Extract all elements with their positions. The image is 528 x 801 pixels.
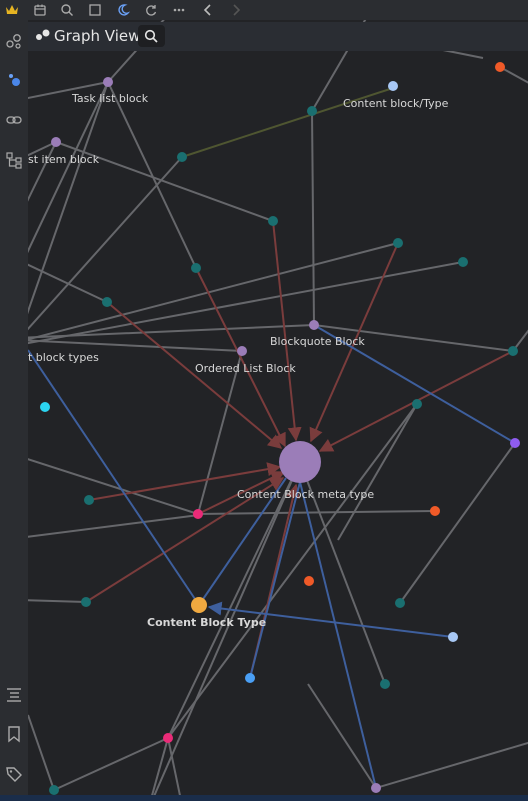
more-icon[interactable] — [170, 1, 188, 19]
link-icon[interactable] — [2, 108, 26, 132]
graph-node-teal[interactable] — [508, 346, 518, 356]
graph-edge-arrow — [106, 301, 283, 449]
graph-edge — [28, 156, 183, 331]
graph-node-cyan[interactable] — [40, 402, 50, 412]
graph-edge — [28, 714, 55, 791]
graph-node-teal[interactable] — [307, 106, 317, 116]
graph-node-violet[interactable] — [510, 438, 520, 448]
graph-node-teal[interactable] — [49, 785, 59, 795]
graph-edge — [307, 683, 377, 789]
graph-node-content-block-slash-type[interactable] — [388, 81, 398, 91]
search-icon[interactable] — [58, 1, 76, 19]
graph-edge — [28, 514, 200, 538]
graph-edge — [311, 110, 315, 326]
node-label-content-block-type: Content Block Type — [147, 616, 266, 629]
pane-title: Graph View — [54, 27, 141, 45]
graph-node-pink[interactable] — [163, 733, 173, 743]
graph-edge — [28, 261, 464, 345]
node-label-list-item-block: st item block — [28, 153, 100, 166]
graph-canvas[interactable]: Task list block Content block/Type st it… — [28, 20, 528, 795]
bookmark-icon[interactable] — [2, 722, 26, 746]
graph-node-list-item-block[interactable] — [51, 137, 61, 147]
graph-edge — [28, 349, 200, 606]
graph-edge — [299, 481, 377, 789]
graph-node-teal[interactable] — [458, 257, 468, 267]
top-toolbar — [0, 0, 528, 20]
square-icon[interactable] — [86, 1, 104, 19]
node-label-task-list-block: Task list block — [71, 92, 149, 105]
graph-view-header: Graph View — [28, 22, 528, 51]
graph-edges — [28, 20, 528, 795]
graph-edge — [167, 461, 301, 739]
graph-node-teal[interactable] — [81, 597, 91, 607]
hierarchy-icon[interactable] — [2, 148, 26, 172]
node-label-ordered-list-block: Ordered List Block — [195, 362, 296, 375]
graph-edge-arrow — [195, 267, 286, 448]
graph-node-teal[interactable] — [412, 399, 422, 409]
graph-node-content-block-type[interactable] — [191, 597, 207, 613]
graph-edge — [337, 403, 418, 541]
graph-edge — [53, 737, 169, 791]
graph-edge — [499, 66, 528, 84]
graph-node-teal[interactable] — [380, 679, 390, 689]
graph-edge — [399, 442, 516, 604]
graph-node-orange[interactable] — [430, 506, 440, 516]
graph-nodes[interactable] — [40, 62, 520, 795]
graph-node-purple[interactable] — [371, 783, 381, 793]
graph-edge — [249, 481, 301, 679]
graph-node-task-list-block[interactable] — [103, 77, 113, 87]
graph-edge — [28, 599, 87, 603]
graph-node-orange[interactable] — [304, 576, 314, 586]
graph-node-teal[interactable] — [395, 598, 405, 608]
graph-node-teal[interactable] — [177, 152, 187, 162]
graph-edge — [197, 350, 243, 515]
graph-node-blockquote-block[interactable] — [309, 320, 319, 330]
refresh-icon[interactable] — [142, 1, 160, 19]
graph-node-pink[interactable] — [193, 509, 203, 519]
left-sidebar-rail — [0, 20, 28, 795]
back-icon[interactable] — [199, 1, 217, 19]
graph-node-blue[interactable] — [245, 673, 255, 683]
outline-icon[interactable] — [2, 682, 26, 706]
tag-icon[interactable] — [2, 762, 26, 786]
graph-view-icon — [36, 29, 50, 40]
forward-icon[interactable] — [227, 1, 245, 19]
graph-edge — [28, 263, 108, 303]
graph-node-teal[interactable] — [84, 495, 94, 505]
graph-nodes-icon[interactable] — [2, 29, 26, 53]
graph-view-icon[interactable] — [2, 68, 26, 92]
search-icon — [144, 29, 158, 43]
graph-node-teal[interactable] — [191, 263, 201, 273]
graph-edge — [512, 329, 528, 352]
graph-node-teal[interactable] — [102, 297, 112, 307]
graph-edge — [28, 81, 109, 315]
graph-node-teal[interactable] — [268, 216, 278, 226]
moon-icon[interactable] — [114, 1, 132, 19]
status-strip — [0, 795, 528, 801]
node-label-blockquote-block: Blockquote Block — [270, 335, 365, 348]
graph-edge — [197, 510, 436, 515]
graph-edge — [375, 741, 528, 789]
crown-icon[interactable] — [3, 1, 21, 19]
graph-edge-arrow — [272, 220, 302, 442]
graph-node-ordered-list-block[interactable] — [237, 346, 247, 356]
graph-node-teal[interactable] — [393, 238, 403, 248]
graph-node-content-block-meta-type[interactable] — [279, 441, 321, 483]
graph-edge — [28, 339, 243, 352]
graph-node-lightblue[interactable] — [448, 632, 458, 642]
graph-search-button[interactable] — [138, 25, 165, 47]
graph-edge — [28, 242, 399, 341]
node-label-content-block-meta-type: Content Block meta type — [237, 488, 374, 501]
graph-node-orange[interactable] — [495, 62, 505, 72]
graph-edge — [107, 81, 197, 269]
node-label-content-block-slash-type: Content block/Type — [343, 97, 449, 110]
node-label-block-types: t block types — [28, 351, 99, 364]
graph-svg[interactable]: Task list block Content block/Type st it… — [28, 20, 528, 795]
calendar-icon[interactable] — [31, 1, 49, 19]
